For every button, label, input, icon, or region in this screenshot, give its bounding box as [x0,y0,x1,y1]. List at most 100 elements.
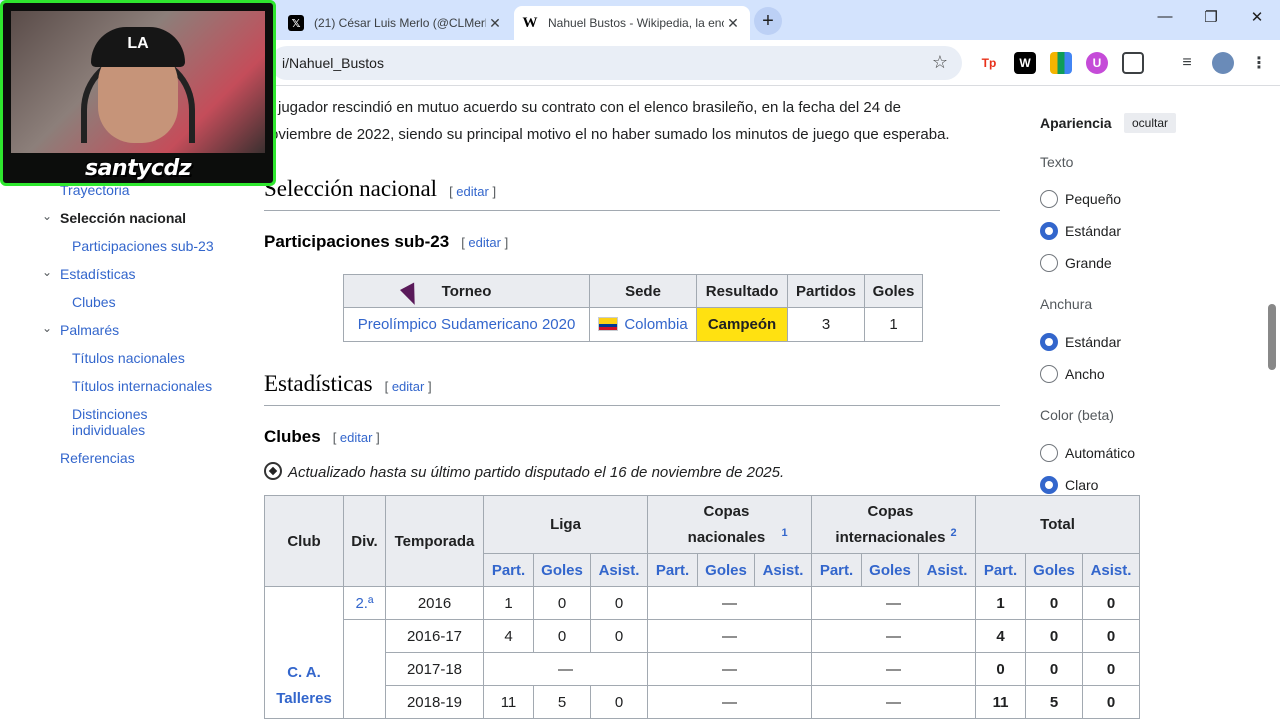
bookmark-star-icon[interactable]: ☆ [932,52,948,73]
edit-link[interactable]: editar [392,379,425,394]
tab-twitter[interactable]: 𝕏 (21) César Luis Merlo (@CLMerlo ✕ [280,6,512,40]
section-divider [264,210,1000,211]
toc-item-distinciones-line2[interactable]: individuales [72,422,145,438]
division-link[interactable]: 2.ª [343,586,386,620]
division-cell [343,619,386,719]
total-cell: 4 [975,619,1026,653]
subheader-goles[interactable]: Goles [1025,553,1083,587]
radio-color-auto[interactable]: Automático [1040,444,1135,462]
profile-avatar[interactable] [1212,52,1234,74]
subheader-goles[interactable]: Goles [697,553,755,587]
toc-item-participaciones-sub23[interactable]: Participaciones sub-23 [72,238,214,254]
toc-item-seleccion-nacional[interactable]: Selección nacional [60,210,186,226]
edit-link[interactable]: editar [468,235,501,250]
edit-link[interactable]: editar [456,184,489,199]
total-cell: 0 [1025,652,1083,686]
radio-label: Estándar [1065,334,1122,350]
subheader-asist[interactable]: Asist. [590,553,648,587]
toc-item-distinciones[interactable]: Distinciones [72,406,147,422]
subheader-goles[interactable]: Goles [533,553,591,587]
column-header-copas-internacionales: Copas internacionales 2 [811,495,976,554]
subheader-asist[interactable]: Asist. [754,553,812,587]
total-cell: 0 [1082,652,1140,686]
total-cell: 5 [1025,685,1083,719]
footnote-link[interactable]: 1 [781,527,787,539]
subheader-asist[interactable]: Asist. [1082,553,1140,587]
toc-item-titulos-internacionales[interactable]: Títulos internacionales [72,378,212,394]
radio-circle [1040,254,1058,272]
radio-text-small[interactable]: Pequeño [1040,190,1121,208]
page-scrollbar[interactable] [1268,88,1276,720]
radio-label: Ancho [1065,366,1105,382]
season-cell: 2018-19 [385,685,484,719]
extension-u-icon[interactable]: U [1086,52,1108,74]
stat-cell: — [811,685,976,719]
menu-kebab-icon[interactable]: ⋮ [1248,52,1270,74]
chevron-down-icon[interactable]: ⌄ [42,321,52,335]
table-header-row: Club Div. Temporada Liga Copas nacionale… [264,495,1140,587]
radio-text-standard[interactable]: Estándar [1040,222,1121,240]
footnote-link[interactable]: 2 [950,527,956,539]
extensions-puzzle-icon[interactable] [1122,52,1144,74]
toc-item-estadisticas[interactable]: Estadísticas [60,266,135,282]
radio-width-wide[interactable]: Ancho [1040,365,1105,383]
scrollbar-thumb[interactable] [1268,304,1276,370]
extension-w-icon[interactable]: W [1014,52,1036,74]
new-tab-button[interactable]: + [754,7,782,35]
address-bar[interactable]: i/Nahuel_Bustos ☆ [270,46,962,80]
extension-grid-icon[interactable] [1050,52,1072,74]
edit-section: [ editar ] [384,379,432,394]
goals-cell: 1 [864,307,923,342]
heading-seleccion-nacional: Selección nacional [ editar ] [264,176,496,202]
wikipedia-icon: W [522,14,538,31]
toc-item-titulos-nacionales[interactable]: Títulos nacionales [72,350,185,366]
toc-item-referencias[interactable]: Referencias [60,450,135,466]
column-header-temporada: Temporada [385,495,484,587]
heading-text: Selección nacional [264,176,438,201]
season-cell: 2016-17 [385,619,484,653]
subheader-part[interactable]: Part. [811,553,862,587]
minimize-button[interactable]: — [1150,8,1180,25]
radio-text-large[interactable]: Grande [1040,254,1112,272]
media-control-icon[interactable]: ≡ [1176,52,1198,74]
subheader-part[interactable]: Part. [975,553,1026,587]
stat-cell: — [811,619,976,653]
tab-close-icon[interactable]: ✕ [486,15,504,32]
subheader-part[interactable]: Part. [483,553,534,587]
radio-label: Pequeño [1065,191,1122,207]
window-close-button[interactable]: ✕ [1242,8,1272,26]
subheader-part[interactable]: Part. [647,553,698,587]
tournament-link[interactable]: Preolímpico Sudamericano 2020 [343,307,590,342]
edit-link[interactable]: editar [340,430,373,445]
radio-width-standard[interactable]: Estándar [1040,333,1121,351]
subheader-asist[interactable]: Asist. [918,553,976,587]
extension-tp-icon[interactable]: Tp [978,52,1000,74]
soccer-ball-icon [264,462,282,480]
subheader-goles[interactable]: Goles [861,553,919,587]
tab-close-icon[interactable]: ✕ [724,15,742,32]
heading-text: Estadísticas [264,371,373,396]
tab-wikipedia[interactable]: W Nahuel Bustos - Wikipedia, la enciclop… [514,6,750,40]
radio-color-light[interactable]: Claro [1040,476,1098,494]
chevron-down-icon[interactable]: ⌄ [42,265,52,279]
column-header: Sede [589,274,697,308]
stat-cell: 5 [533,685,591,719]
heading-estadisticas: Estadísticas [ editar ] [264,371,432,397]
total-cell: 0 [1025,586,1083,620]
stat-cell: — [647,586,812,620]
stat-cell: 0 [533,586,591,620]
toc-item-clubes[interactable]: Clubes [72,294,116,310]
radio-circle [1040,222,1058,240]
total-cell: 0 [1082,619,1140,653]
edit-section: [ editar ] [332,430,380,445]
heading-participaciones-sub23: Participaciones sub-23 [ editar ] [264,232,508,252]
stat-cell: — [811,652,976,686]
hide-appearance-button[interactable]: ocultar [1124,113,1177,133]
club-link[interactable]: C. A. Talleres [264,586,344,719]
restore-button[interactable]: ❐ [1196,8,1226,26]
edit-section: [ editar ] [449,184,497,199]
chevron-down-icon[interactable]: ⌄ [42,209,52,223]
radio-label: Automático [1065,445,1136,461]
toc-item-palmares[interactable]: Palmarés [60,322,119,338]
venue-link[interactable]: Colombia [624,316,687,333]
